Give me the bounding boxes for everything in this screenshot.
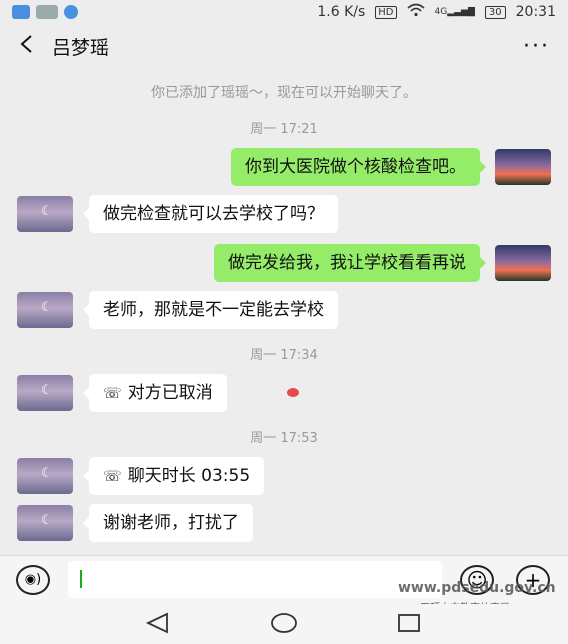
hd-badge: HD bbox=[375, 5, 397, 19]
status-left-icons bbox=[12, 5, 78, 19]
network-speed: 1.6 K/s bbox=[317, 4, 366, 20]
status-bar: 1.6 K/s HD 4G▂▃▅▇ 30 20:31 bbox=[0, 0, 568, 24]
message-bubble-out[interactable]: 做完发给我，我让学校看看再说 bbox=[214, 244, 486, 282]
contact-avatar[interactable] bbox=[17, 505, 73, 541]
clock: 20:31 bbox=[515, 4, 556, 20]
back-button[interactable] bbox=[18, 31, 52, 61]
cloud-icon bbox=[12, 5, 30, 19]
timestamp: 周一 17:34 bbox=[250, 348, 318, 363]
wifi-icon bbox=[406, 3, 425, 21]
system-notice: 你已添加了瑶瑶～，现在可以开始聊天了。 bbox=[151, 85, 417, 101]
message-bubble-in[interactable]: 老师，那就是不一定能去学校 bbox=[83, 291, 338, 329]
app-notification-icon bbox=[36, 5, 58, 19]
my-avatar[interactable] bbox=[495, 149, 551, 185]
nav-recent-button[interactable] bbox=[396, 612, 426, 636]
voice-icon: ◉) bbox=[24, 572, 42, 587]
unread-dot bbox=[287, 388, 299, 397]
message-input[interactable] bbox=[68, 561, 442, 598]
contact-avatar[interactable] bbox=[17, 458, 73, 494]
watermark-url: www.pdsedu.gov.cn bbox=[398, 580, 556, 596]
battery-icon: 30 bbox=[484, 5, 506, 19]
network-type: 4G bbox=[434, 7, 448, 17]
circle-home-icon bbox=[271, 613, 297, 633]
triangle-back-icon bbox=[145, 612, 168, 634]
contact-avatar[interactable] bbox=[17, 375, 73, 411]
voice-button[interactable]: ◉) bbox=[16, 565, 50, 595]
status-right: 1.6 K/s HD 4G▂▃▅▇ 30 20:31 bbox=[317, 3, 556, 21]
message-bubble-in[interactable]: 谢谢老师，打扰了 bbox=[83, 504, 253, 542]
timestamp: 周一 17:21 bbox=[250, 122, 318, 137]
square-recent-icon bbox=[398, 614, 420, 632]
signal-icon: 4G▂▃▅▇ bbox=[434, 7, 475, 17]
phone-hangup-icon: ☏ bbox=[103, 467, 122, 485]
timestamp: 周一 17:53 bbox=[250, 431, 318, 446]
location-icon bbox=[64, 5, 78, 19]
message-bubble-out[interactable]: 你到大医院做个核酸检查吧。 bbox=[231, 148, 486, 186]
nav-home-button[interactable] bbox=[269, 612, 299, 636]
call-record-bubble[interactable]: ☏ 对方已取消 bbox=[83, 374, 227, 412]
chevron-left-icon bbox=[20, 35, 32, 53]
contact-avatar[interactable] bbox=[17, 196, 73, 232]
call-record-bubble[interactable]: ☏ 聊天时长 03:55 bbox=[82, 457, 265, 495]
call-status-text: 对方已取消 bbox=[127, 383, 213, 403]
nav-back-button[interactable] bbox=[145, 612, 175, 636]
system-nav-bar bbox=[0, 604, 568, 644]
my-avatar[interactable] bbox=[495, 245, 551, 281]
text-cursor bbox=[80, 570, 82, 588]
more-options-button[interactable]: ··· bbox=[523, 34, 550, 59]
message-bubble-in[interactable]: 做完检查就可以去学校了吗？ bbox=[83, 195, 338, 233]
contact-avatar[interactable] bbox=[17, 292, 73, 328]
chat-header: 吕梦瑶 ··· bbox=[0, 24, 568, 68]
contact-name: 吕梦瑶 bbox=[52, 36, 110, 59]
phone-hangup-icon: ☏ bbox=[103, 384, 122, 402]
call-duration-text: 聊天时长 03:55 bbox=[127, 466, 251, 486]
chat-area[interactable]: 你已添加了瑶瑶～，现在可以开始聊天了。 周一 17:21 你到大医院做个核酸检查… bbox=[0, 68, 568, 555]
